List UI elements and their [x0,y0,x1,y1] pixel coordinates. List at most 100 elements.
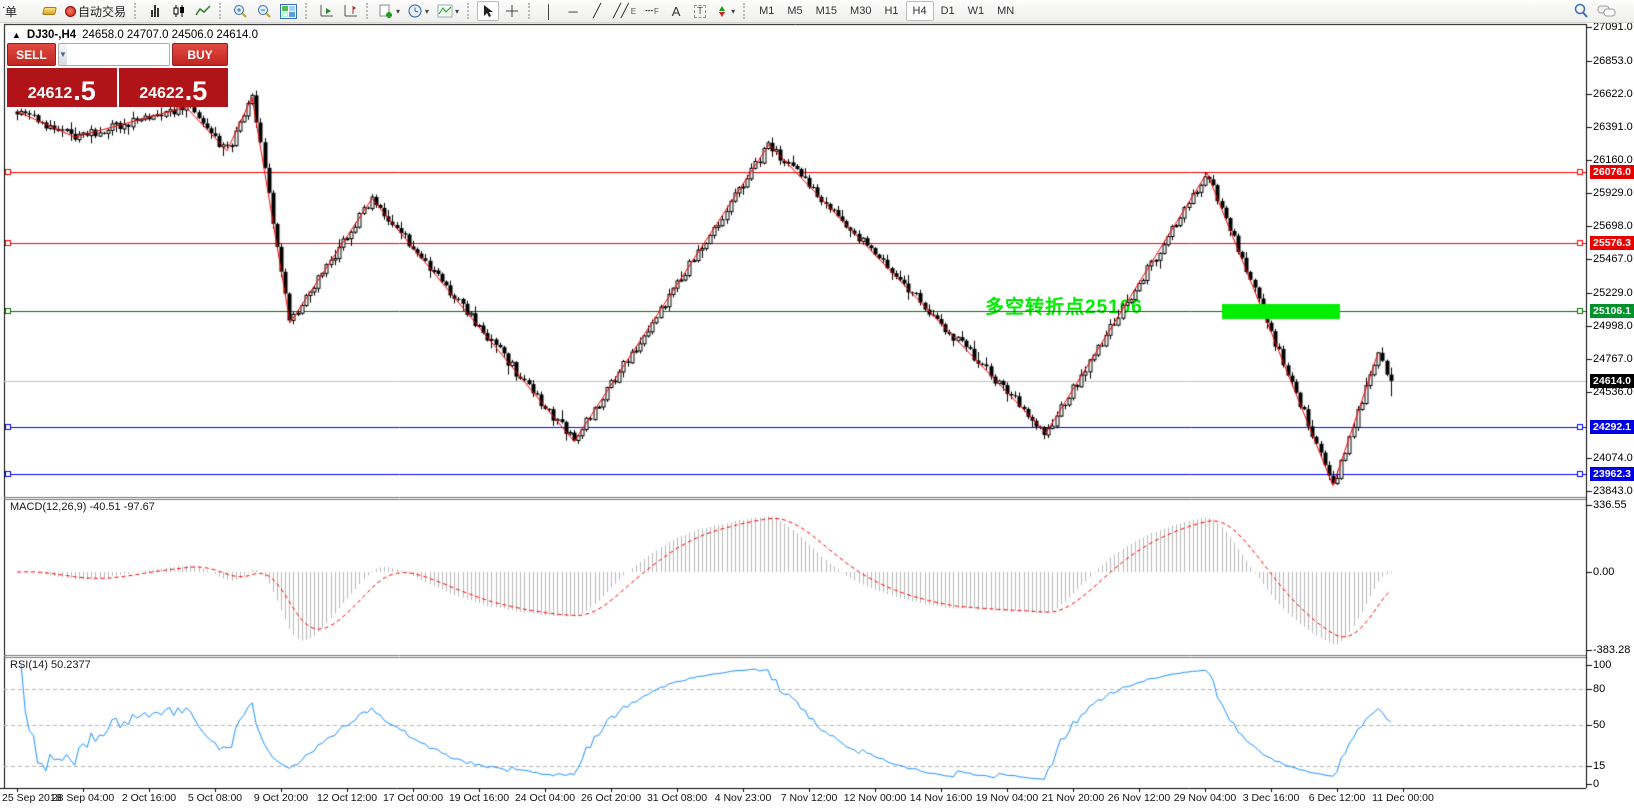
time-tick-label: 4 Nov 23:00 [709,792,777,804]
time-tick-label: 17 Oct 00:00 [379,792,447,804]
buy-price[interactable]: 24622 .5 [119,68,229,107]
rsi-axis-label: 80 [1593,683,1605,695]
chat-button[interactable] [1594,1,1620,21]
time-tick-label: 12 Nov 00:00 [841,792,909,804]
time-tick-label: 24 Oct 04:00 [511,792,579,804]
chart-shift-button[interactable] [339,1,361,21]
chart-shift-icon [343,4,358,18]
zoom-out-button[interactable] [253,1,275,21]
rsi-axis-label: 15 [1593,760,1605,772]
price-tick-label: 26622.0 [1593,88,1633,100]
time-tick-label: 19 Oct 16:00 [445,792,513,804]
time-tick-label: 29 Nov 04:00 [1171,792,1239,804]
timeframe-M15[interactable]: M15 [810,1,843,21]
sell-price[interactable]: 24612 .5 [7,68,117,107]
level-price-label: 23962.3 [1590,467,1634,481]
channel-tool[interactable]: ╱╱E [610,1,639,21]
zoom-out-icon [257,4,272,19]
level-price-label: 26076.0 [1590,165,1634,179]
separator [366,3,371,19]
time-tick-label: 5 Oct 08:00 [181,792,249,804]
dropdown-caret-icon: ▾ [425,7,429,16]
indicators-button[interactable]: ▾ [434,1,462,21]
timeframe-H1[interactable]: H1 [878,1,904,21]
sell-price-frac: .5 [73,78,96,104]
timeframe-W1[interactable]: W1 [962,1,991,21]
arrows-tool[interactable]: ▾ [713,1,738,21]
time-tick-label: 19 Nov 04:00 [973,792,1041,804]
dropdown-caret-icon: ▾ [455,7,459,16]
bar-chart-button[interactable] [144,1,166,21]
timeframe-menu-button[interactable]: ▾ [405,1,432,21]
text-tool[interactable]: A [665,1,687,21]
symbol-timeframe: DJ30-,H4 [27,29,76,41]
price-chart-canvas[interactable] [0,0,1634,811]
new-chart-icon [379,4,394,19]
separator [305,3,310,19]
price-tick-label: 26391.0 [1593,121,1633,133]
sell-button[interactable]: SELL [7,43,56,66]
price-tick-label: 25467.0 [1593,253,1633,265]
cursor-tool-button[interactable] [477,1,499,21]
channel-icon: ╱╱ [613,3,629,19]
auto-scroll-icon [319,4,334,18]
time-tick-label: 28 Sep 04:00 [49,792,117,804]
timeframe-M30[interactable]: M30 [844,1,877,21]
candlestick-chart-button[interactable] [168,1,190,21]
vertical-line-icon: │ [545,4,553,19]
level-price-label: 25576.3 [1590,236,1634,250]
price-tick-label: 25698.0 [1593,220,1633,232]
level-price-label: 25106.1 [1590,304,1634,318]
fibonacci-tool[interactable]: ┄F [641,1,663,21]
timeframe-MN[interactable]: MN [991,1,1020,21]
rsi-axis-label: 50 [1593,719,1605,731]
zoom-in-button[interactable] [229,1,251,21]
search-button[interactable] [1570,1,1592,21]
macd-label: MACD(12,26,9) -40.51 -97.67 [10,501,155,513]
order-button[interactable]: 订单 [0,1,36,21]
time-tick-label: 14 Nov 16:00 [907,792,975,804]
volume-down-button[interactable]: ▼ [59,44,67,65]
toolbar: 订单 自动交易 ▾ [0,0,1634,23]
dropdown-caret-icon: ▾ [396,7,400,16]
horizontal-line-tool[interactable]: ─ [562,1,584,21]
buy-button[interactable]: BUY [172,43,228,66]
macd-axis-label: 0.00 [1593,566,1614,578]
line-chart-button[interactable] [192,1,214,21]
tile-windows-button[interactable] [277,1,300,21]
timeframe-H4[interactable]: H4 [906,1,934,21]
time-tick-label: 9 Oct 20:00 [247,792,315,804]
trendline-tool[interactable]: ╱ [586,1,608,21]
vertical-line-tool[interactable]: │ [538,1,560,21]
channel-letter: E [631,7,636,16]
label-tool[interactable]: T [689,1,711,21]
crosshair-tool-button[interactable] [501,1,523,21]
price-tick-label: 24998.0 [1593,320,1633,332]
dropdown-caret-icon: ▾ [731,7,735,16]
macd-axis-label: 336.55 [1593,499,1627,511]
timeframe-D1[interactable]: D1 [935,1,961,21]
separator [528,3,533,19]
timeframe-M1[interactable]: M1 [753,1,780,21]
cursor-icon [482,4,494,18]
price-tick-label: 25229.0 [1593,287,1633,299]
label-tool-icon: T [694,5,706,18]
current-price-label: 24614.0 [1590,374,1634,388]
price-tick-label: 25929.0 [1593,187,1633,199]
new-chart-button[interactable]: ▾ [376,1,403,21]
auto-scroll-button[interactable] [315,1,337,21]
collapse-panel-icon[interactable]: ▲ [12,30,21,40]
arrows-icon [716,5,729,18]
chart-title: ▲ DJ30-,H4 24658.0 24707.0 24506.0 24614… [12,29,258,41]
timeframe-bar: M1M5M15M30H1H4D1W1MN [753,1,1020,21]
chat-icon [1597,4,1617,19]
buy-price-int: 24622 [139,84,184,104]
separator [134,3,139,19]
tile-windows-icon [280,4,297,19]
ohlc-values: 24658.0 24707.0 24506.0 24614.0 [82,29,258,41]
volume-input[interactable] [67,44,170,65]
time-tick-label: 26 Nov 12:00 [1105,792,1173,804]
new-order-icon[interactable] [38,1,60,21]
autotrading-button[interactable]: 自动交易 [62,1,129,21]
timeframe-M5[interactable]: M5 [781,1,808,21]
